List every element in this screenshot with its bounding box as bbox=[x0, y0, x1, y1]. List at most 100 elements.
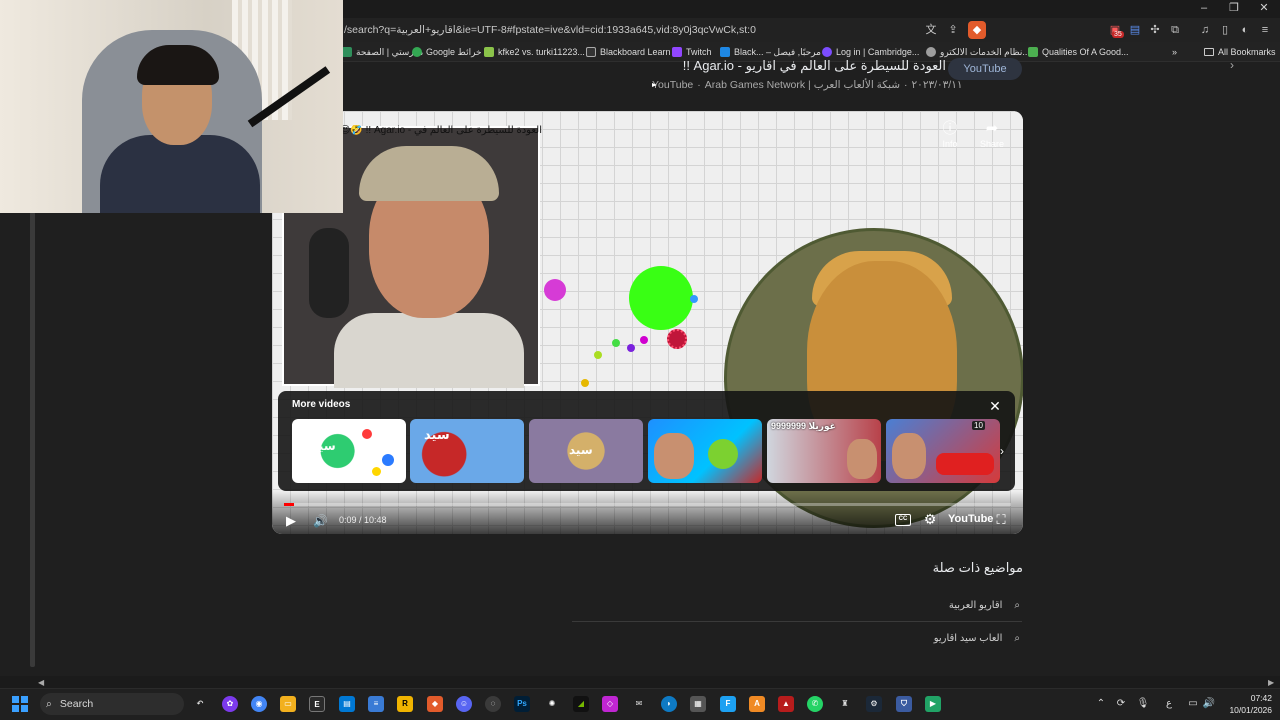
taskbar-search[interactable]: ⌕ Search bbox=[40, 693, 184, 715]
brave-icon[interactable]: ◆ bbox=[427, 696, 443, 712]
thumbnail-text: غوريلا 9999999 bbox=[771, 421, 836, 431]
search-icon: ⌕ bbox=[1014, 632, 1020, 644]
progress-bar[interactable] bbox=[284, 503, 1011, 506]
more-videos-panel: More videos ✕ سيد سيد سيد غوريلا 9999999… bbox=[278, 391, 1015, 491]
bookmarks-overflow-button[interactable]: » bbox=[1172, 44, 1177, 60]
store-icon[interactable]: ▤ bbox=[339, 696, 355, 712]
headset bbox=[309, 228, 349, 318]
steelseries-icon[interactable]: ✺ bbox=[544, 696, 560, 712]
horizontal-scrollbar[interactable] bbox=[0, 676, 1280, 688]
fullscreen-icon[interactable]: ⛶ bbox=[993, 512, 1009, 528]
app-icon[interactable]: ◌ bbox=[485, 696, 501, 712]
microphone-icon[interactable]: 🎙 bbox=[1136, 697, 1150, 711]
network-icon[interactable]: ▭ bbox=[1186, 697, 1200, 711]
bookmark-qualities[interactable]: Qualities Of A Good... bbox=[1028, 44, 1129, 60]
video-thumbnail[interactable]: سيد bbox=[529, 419, 643, 483]
youtube-open-button[interactable]: YouTube bbox=[948, 58, 1022, 80]
wallet-icon[interactable]: ◐ bbox=[1236, 21, 1254, 39]
food-dot bbox=[640, 336, 648, 344]
close-icon[interactable]: ✕ bbox=[986, 397, 1004, 415]
app-icon[interactable]: F bbox=[720, 696, 736, 712]
nvidia-icon[interactable]: ◢ bbox=[573, 696, 589, 712]
discord-icon[interactable]: ☺ bbox=[456, 696, 472, 712]
chevron-right-icon[interactable]: › bbox=[994, 443, 1010, 459]
scroll-right-icon[interactable]: ▶ bbox=[1268, 678, 1274, 687]
streamer-hair bbox=[137, 45, 219, 85]
scroll-left-icon[interactable]: ◀ bbox=[38, 678, 44, 687]
share-button[interactable]: ➦ Share bbox=[972, 119, 1012, 149]
video-player[interactable]: العودة للسيطرة على العالم في - Agar.io !… bbox=[272, 111, 1023, 534]
bookmark-label: kfke2 vs. turki11223... bbox=[498, 47, 585, 57]
app-icon[interactable]: ⛉ bbox=[896, 696, 912, 712]
webcam-overlay bbox=[0, 0, 343, 213]
app-icon[interactable]: ✿ bbox=[222, 696, 238, 712]
info-button[interactable]: ⓘ Info bbox=[930, 119, 970, 149]
app-icon[interactable]: ▦ bbox=[690, 696, 706, 712]
app-icon[interactable]: ▶ bbox=[925, 696, 941, 712]
sync-icon[interactable]: ⟳ bbox=[1114, 697, 1128, 711]
taskbar-clock[interactable]: 07:42 10/01/2026 bbox=[1222, 692, 1272, 716]
captions-icon[interactable]: CC bbox=[895, 514, 911, 526]
share-icon[interactable]: ⇪ bbox=[944, 21, 962, 39]
menu-icon[interactable]: ≡ bbox=[1256, 21, 1274, 39]
related-item[interactable]: العاب سيد اقاريو ⌕ bbox=[900, 630, 1020, 646]
address-bar[interactable]: /search?q=اقاريو+العربية&ie=UTF-8#fpstat… bbox=[344, 22, 904, 38]
app-icon[interactable]: A bbox=[749, 696, 765, 712]
notepad-icon[interactable]: ≡ bbox=[368, 696, 384, 712]
video-thumbnail[interactable]: 10 bbox=[886, 419, 1000, 483]
app-icon[interactable]: ◇ bbox=[602, 696, 618, 712]
vertical-scrollbar[interactable] bbox=[30, 212, 35, 667]
video-thumbnail[interactable] bbox=[648, 419, 762, 483]
translate-ext-icon[interactable]: ▤ bbox=[1126, 21, 1144, 39]
food-dot bbox=[627, 344, 635, 352]
thumb-dot bbox=[382, 454, 394, 466]
screenshot-icon[interactable]: ⧉ bbox=[1166, 21, 1184, 39]
bookmark-icon bbox=[720, 47, 730, 57]
separator: · bbox=[904, 79, 908, 91]
volume-icon[interactable]: 🔊 bbox=[1202, 697, 1216, 711]
epic-games-icon[interactable]: E bbox=[309, 696, 325, 712]
brave-shield-icon[interactable]: ◆ bbox=[968, 21, 986, 39]
all-bookmarks[interactable]: All Bookmarks bbox=[1204, 44, 1276, 60]
chrome-icon[interactable]: ◉ bbox=[251, 696, 267, 712]
translate-icon[interactable]: 文 bbox=[922, 21, 940, 39]
channel-name: Arab Games Network | شبكة الألعاب العرب bbox=[704, 79, 901, 91]
app-icon[interactable]: ♜ bbox=[837, 696, 853, 712]
volume-icon[interactable]: 🔊 bbox=[313, 513, 329, 529]
related-item[interactable]: اقاريو العربية ⌕ bbox=[900, 597, 1020, 613]
minimize-button[interactable]: – bbox=[1190, 0, 1218, 16]
windows-start-icon[interactable] bbox=[12, 696, 28, 712]
video-thumbnail[interactable]: سيد bbox=[410, 419, 524, 483]
app-icon[interactable]: R bbox=[397, 696, 413, 712]
thumb-frog bbox=[708, 439, 738, 469]
search-icon: ⌕ bbox=[46, 697, 52, 710]
whatsapp-icon[interactable]: ✆ bbox=[807, 696, 823, 712]
app-icon[interactable]: ▲ bbox=[778, 696, 794, 712]
video-thumbnail[interactable]: غوريلا 9999999 bbox=[767, 419, 881, 483]
folder-icon[interactable]: ▭ bbox=[280, 696, 296, 712]
video-thumbnail[interactable]: سيد bbox=[292, 419, 406, 483]
related-item-label: اقاريو العربية bbox=[948, 599, 1003, 611]
puzzle-icon[interactable]: ✣ bbox=[1146, 21, 1164, 39]
mail-icon[interactable]: ✉ bbox=[631, 696, 647, 712]
music-icon[interactable]: ♫ bbox=[1196, 21, 1214, 39]
gear-icon[interactable]: ⚙ bbox=[922, 511, 938, 527]
play-icon[interactable]: ▶ bbox=[286, 513, 302, 529]
close-button[interactable]: ✕ bbox=[1250, 0, 1278, 16]
sidebar-icon[interactable]: ▯ bbox=[1216, 21, 1234, 39]
video-date: ٢٠٢٣/٠٣/١١ bbox=[911, 79, 963, 91]
thumb-face bbox=[847, 439, 877, 479]
edge-icon[interactable]: ◗ bbox=[661, 696, 677, 712]
map-pin-icon bbox=[412, 47, 422, 57]
restore-button[interactable]: ❐ bbox=[1220, 0, 1248, 16]
steam-icon[interactable]: ⚙ bbox=[866, 696, 882, 712]
back-icon[interactable]: ↶ bbox=[192, 696, 208, 712]
chevron-right-icon[interactable]: › bbox=[1230, 58, 1234, 72]
chevron-up-icon[interactable]: ⌃ bbox=[1094, 697, 1108, 711]
bookmark-google-maps[interactable]: Google خرائط bbox=[412, 44, 482, 60]
language-indicator[interactable]: ع bbox=[1162, 697, 1176, 711]
youtube-wordmark[interactable]: YouTube bbox=[948, 513, 993, 525]
bookmark-kfke2[interactable]: kfke2 vs. turki11223... bbox=[484, 44, 585, 60]
player-title[interactable]: العودة للسيطرة على العالم في - Agar.io !… bbox=[342, 125, 542, 139]
photoshop-icon[interactable]: Ps bbox=[514, 696, 530, 712]
